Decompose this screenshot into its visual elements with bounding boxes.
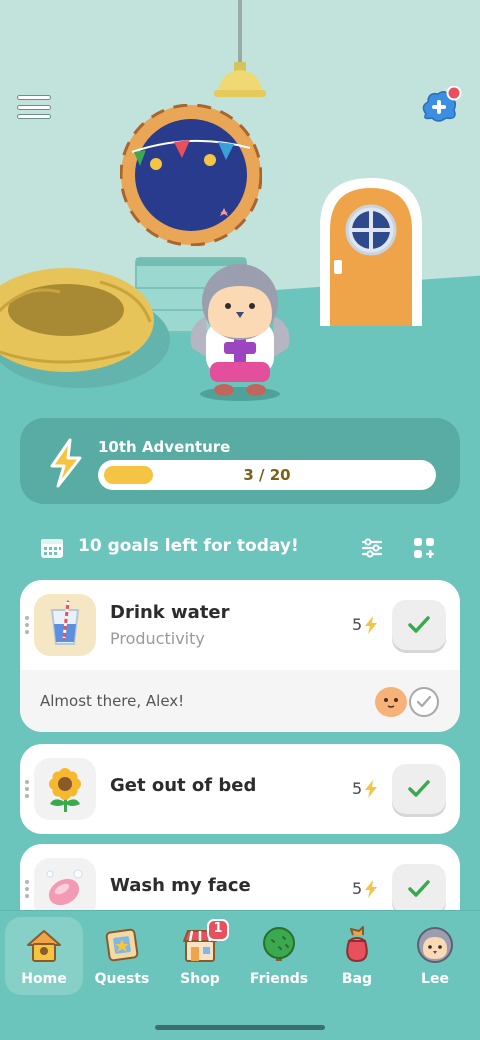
goal-name: Get out of bed (110, 775, 257, 796)
goal-name: Drink water (110, 602, 230, 623)
goal-row[interactable]: Drink water Productivity 5 (20, 580, 460, 670)
adventure-progress-card[interactable]: 10th Adventure 3 / 20 (20, 418, 460, 504)
checkmark-icon (408, 616, 430, 633)
nav-label: Friends (249, 971, 309, 987)
ceiling-lamp-icon (214, 62, 266, 97)
goal-points: 5 (352, 879, 378, 898)
hamburger-menu-button[interactable] (16, 92, 52, 122)
bottom-navigation: Home Quests 1 Shop Friends Bag Lee (0, 910, 480, 1040)
menu-bar (17, 114, 51, 119)
points-value: 5 (352, 615, 363, 634)
drag-handle[interactable] (25, 880, 29, 898)
goal-row[interactable]: Get out of bed 5 (20, 744, 460, 834)
pet-character (190, 264, 290, 401)
room-scene (0, 0, 480, 420)
progress-text: 3 / 20 (243, 466, 291, 484)
encouragement-text: Almost there, Alex! (40, 692, 185, 710)
goal-encouragement-footer: Almost there, Alex! (20, 670, 460, 732)
round-window (120, 104, 262, 246)
friend-check-icon[interactable] (408, 686, 440, 718)
bag-icon (346, 926, 368, 963)
nav-label: Lee (421, 971, 449, 987)
water-glass-icon (34, 594, 96, 656)
adventure-progress-bar: 3 / 20 (98, 460, 436, 490)
nav-label: Quests (94, 971, 150, 987)
drag-handle[interactable] (25, 616, 29, 634)
complete-goal-button[interactable] (392, 764, 446, 814)
points-value: 5 (352, 779, 363, 798)
small-bolt-icon (365, 879, 378, 898)
goal-points: 5 (352, 779, 378, 798)
nav-label: Bag (341, 971, 373, 987)
room-door (320, 178, 422, 326)
goal-points: 5 (352, 615, 378, 634)
filter-sliders-icon[interactable] (360, 536, 384, 560)
quest-map-icon (105, 928, 139, 962)
nav-bag[interactable]: Bag (318, 917, 396, 995)
menu-bar (17, 95, 51, 100)
home-indicator (155, 1025, 325, 1030)
calendar-icon (41, 539, 63, 558)
goals-left-title: 10 goals left for today! (78, 536, 299, 556)
nav-home[interactable]: Home (5, 917, 83, 995)
goal-category: Productivity (110, 629, 205, 648)
goals-header: 10 goals left for today! (40, 534, 440, 562)
menu-bar (17, 104, 51, 110)
lamp-cord (238, 0, 242, 66)
sunflower-icon (34, 758, 96, 820)
goal-card-get-out-of-bed[interactable]: Get out of bed 5 (20, 744, 460, 834)
tree-icon (263, 927, 295, 961)
lightning-bolt-icon (50, 438, 82, 488)
adventure-title: 10th Adventure (98, 438, 231, 456)
checkmark-icon (408, 780, 430, 797)
points-value: 5 (352, 879, 363, 898)
goal-card-drink-water[interactable]: Drink water Productivity 5 Almost there,… (20, 580, 460, 732)
add-friend-button[interactable] (418, 86, 462, 126)
small-bolt-icon (365, 615, 378, 634)
house-icon (27, 930, 61, 962)
nest (0, 268, 170, 388)
add-goal-grid-icon[interactable] (412, 536, 436, 560)
complete-goal-button[interactable] (392, 864, 446, 914)
complete-goal-button[interactable] (392, 600, 446, 650)
nav-profile[interactable]: Lee (396, 917, 474, 995)
nav-label: Home (21, 971, 67, 987)
goal-name: Wash my face (110, 875, 251, 896)
profile-avatar-icon (417, 927, 453, 963)
nav-shop[interactable]: 1 Shop (161, 917, 239, 995)
nav-label: Shop (180, 971, 220, 987)
drag-handle[interactable] (25, 780, 29, 798)
shop-badge-count: 1 (213, 921, 223, 936)
nav-friends[interactable]: Friends (240, 917, 318, 995)
nav-quests[interactable]: Quests (83, 917, 161, 995)
friend-avatar (375, 687, 407, 717)
checkmark-icon (408, 880, 430, 897)
small-bolt-icon (365, 779, 378, 798)
